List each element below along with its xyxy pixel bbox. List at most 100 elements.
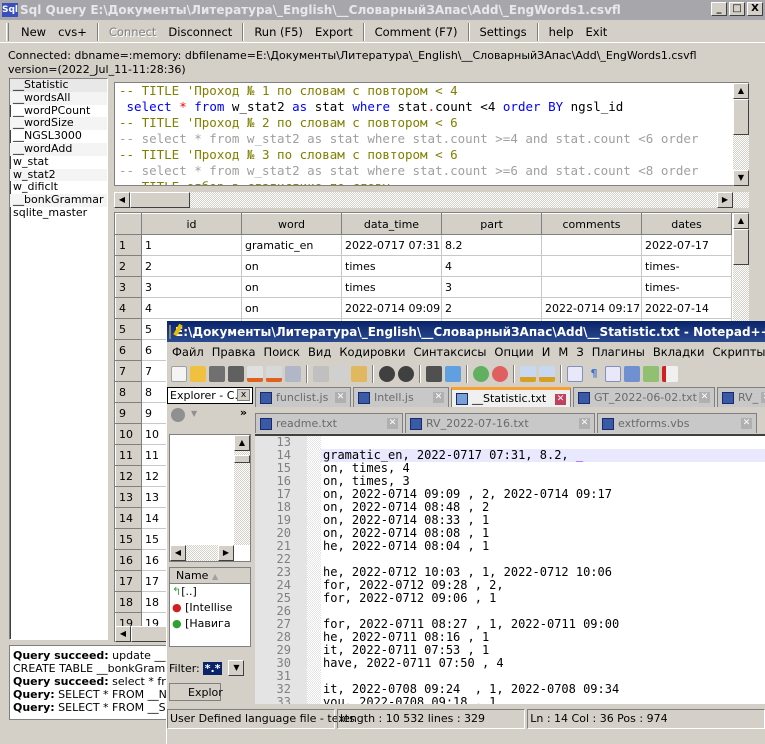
table-item[interactable]: w_stat [10, 155, 107, 169]
grid-horizontal-scrollbar[interactable]: ◀ [115, 626, 167, 642]
table-item[interactable]: __wordAdd [10, 142, 107, 156]
row-header[interactable]: 9 [115, 402, 142, 424]
row-header[interactable]: 11 [115, 444, 142, 466]
file-item[interactable]: ● [Навига [170, 616, 250, 632]
grid-corner[interactable] [115, 213, 142, 235]
filter-dropdown-icon[interactable]: ▼ [228, 660, 245, 676]
row-header[interactable]: 18 [115, 591, 142, 613]
file-item[interactable]: ↰[..] [170, 584, 250, 600]
file-tab[interactable]: funclist.js ✕ [255, 387, 351, 407]
cut-icon[interactable] [313, 366, 329, 382]
zoom-out-icon[interactable] [492, 366, 508, 382]
file-tab[interactable]: readme.txt ✕ [255, 413, 403, 433]
menu-file[interactable]: Файл [172, 345, 204, 359]
scroll-up-arrow[interactable]: ▲ [733, 213, 749, 229]
toolbar-grip[interactable] [6, 22, 9, 41]
grid-cell[interactable]: 2022-0717 07:31 [341, 234, 442, 256]
sql-horizontal-scrollbar[interactable]: ◀ ▶ [114, 192, 749, 208]
grid-cell[interactable]: 4 [441, 255, 542, 277]
scroll-down-arrow[interactable]: ▼ [733, 170, 749, 186]
menu-edit[interactable]: Правка [212, 345, 256, 359]
more-icon[interactable]: » [240, 406, 247, 419]
scroll-thumb[interactable] [733, 229, 749, 265]
scroll-right-arrow[interactable]: ▶ [218, 545, 234, 561]
connect-button[interactable]: Connect [103, 25, 163, 39]
column-header-data-time[interactable]: data_time [341, 213, 442, 235]
column-header-id[interactable]: id [141, 213, 242, 235]
menu-m[interactable]: М [558, 345, 568, 359]
udl-icon[interactable] [624, 366, 640, 382]
print-icon[interactable] [285, 366, 301, 382]
tab-close-icon[interactable]: ✕ [761, 392, 765, 403]
sync-vertical-icon[interactable] [520, 366, 536, 382]
column-header-word[interactable]: word [241, 213, 342, 235]
scroll-up-arrow[interactable]: ▲ [733, 83, 749, 99]
grid-cell[interactable]: 3 [141, 276, 242, 298]
scroll-left-arrow[interactable]: ◀ [170, 545, 186, 561]
tab-close-icon[interactable]: ✕ [433, 392, 444, 403]
run-button[interactable]: Run (F5) [248, 25, 309, 39]
tree-horizontal-scrollbar[interactable]: ◀ ▶ [170, 545, 234, 561]
sql-editor[interactable]: -- TITLE 'Проход № 1 по словам с повторо… [114, 82, 749, 186]
row-header[interactable]: 12 [115, 465, 142, 487]
table-item[interactable]: __Statistic [10, 78, 107, 92]
menu-scripts[interactable]: Скрипты jN [712, 345, 765, 359]
new-file-icon[interactable] [171, 366, 187, 382]
row-header[interactable]: 8 [115, 381, 142, 403]
grid-cell[interactable]: on [241, 255, 342, 277]
file-item[interactable]: ● [Intellise [170, 600, 250, 616]
menu-view[interactable]: Вид [308, 345, 331, 359]
save-all-icon[interactable] [228, 366, 244, 382]
tab-close-icon[interactable]: ✕ [387, 418, 398, 429]
cvs-plus-button[interactable]: cvs+ [52, 25, 93, 39]
row-header[interactable]: 13 [115, 486, 142, 508]
file-tab[interactable]: __Statistic.txt ✕ [451, 387, 571, 407]
file-tab[interactable]: Intell.js ✕ [353, 387, 449, 407]
scroll-thumb[interactable] [131, 626, 167, 642]
row-header[interactable]: 4 [115, 297, 142, 319]
grid-cell[interactable]: times- [641, 255, 732, 277]
table-row[interactable]: 1 1 gramatic_en 2022-0717 07:31 8.2 2022-07-1… [115, 234, 732, 256]
maximize-button[interactable]: □ [729, 2, 745, 16]
scroll-thumb[interactable] [130, 192, 190, 208]
table-row[interactable]: 4 4 on 2022-0714 09:09 2 2022-0714 09:17 2022-… [115, 297, 732, 319]
menu-encoding[interactable]: Кодировки [339, 345, 405, 359]
doc-map-icon[interactable] [643, 366, 659, 382]
grid-cell[interactable]: 4 [141, 297, 242, 319]
menu-z[interactable]: З [576, 345, 583, 359]
menu-settings[interactable]: Опции [494, 345, 533, 359]
name-column-header[interactable]: Name ▲ [170, 568, 250, 584]
grid-cell[interactable]: 3 [441, 276, 542, 298]
tree-vertical-scrollbar[interactable]: ▲ [234, 435, 250, 545]
grid-cell[interactable] [541, 276, 642, 298]
sync-horizontal-icon[interactable] [539, 366, 555, 382]
query-log[interactable]: Query succeed: update __St CREATE TABLE … [9, 645, 169, 720]
scroll-up-arrow[interactable]: ▲ [234, 435, 250, 451]
zoom-in-icon[interactable] [473, 366, 489, 382]
row-header[interactable]: 2 [115, 255, 142, 277]
minimize-button[interactable]: _ [711, 2, 727, 16]
grid-cell[interactable] [541, 255, 642, 277]
tab-close-icon[interactable]: ✕ [335, 392, 346, 403]
grid-cell[interactable]: on [241, 297, 342, 319]
grid-cell[interactable] [541, 234, 642, 256]
comment-button[interactable]: Comment (F7) [369, 25, 464, 39]
redo-icon[interactable] [398, 366, 414, 382]
grid-cell[interactable]: 2 [141, 255, 242, 277]
explorer-tab[interactable]: Explor [169, 683, 223, 701]
close-file-icon[interactable] [247, 366, 263, 382]
grid-cell[interactable]: 2022-07-14 [641, 297, 732, 319]
save-icon[interactable] [209, 366, 225, 382]
folder-tree[interactable]: ▲ ◀ ▶ [169, 434, 251, 562]
scroll-thumb[interactable] [234, 455, 250, 463]
column-header-comments[interactable]: comments [541, 213, 642, 235]
row-header[interactable]: 14 [115, 507, 142, 529]
grid-vertical-scrollbar[interactable]: ▲ [733, 213, 749, 323]
tables-list[interactable]: __Statistic __wordsAll __wordPCount __wo… [9, 78, 108, 640]
grid-cell[interactable]: times [341, 276, 442, 298]
scroll-right-arrow[interactable]: ▶ [717, 192, 733, 208]
new-button[interactable]: New [15, 25, 52, 39]
column-header-dates[interactable]: dates [641, 213, 732, 235]
back-icon[interactable] [171, 408, 185, 422]
replace-icon[interactable] [445, 366, 461, 382]
